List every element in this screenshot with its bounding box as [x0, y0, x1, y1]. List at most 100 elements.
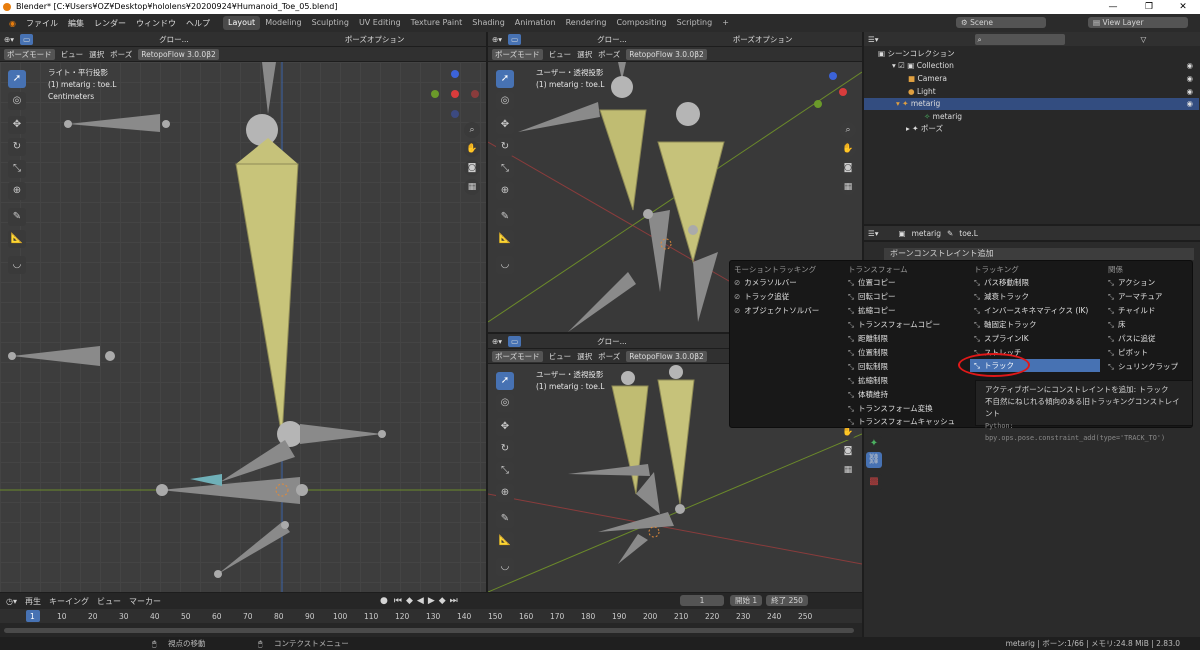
outliner-scene-collection[interactable]: ▣ シーンコレクション	[864, 48, 1199, 60]
close-button[interactable]: ✕	[1166, 0, 1200, 14]
menu-item-limit-rotation[interactable]: ⤡ 回転制限	[848, 360, 888, 373]
select-menu-br[interactable]: 選択	[577, 351, 592, 362]
view-layer-selector[interactable]: ▤ View Layer	[1088, 17, 1188, 28]
menu-item-pivot[interactable]: ⤡ ピボット	[1108, 346, 1148, 359]
retopoflow-button-br[interactable]: RetopoFlow 3.0.0β2	[626, 350, 707, 362]
jump-end-icon[interactable]: ⏭	[450, 596, 458, 606]
mode-selector[interactable]: ポーズモード	[4, 48, 55, 60]
annotate-tool-icon-tr[interactable]: ✎	[496, 208, 514, 226]
pose-menu[interactable]: ポーズ	[110, 49, 132, 60]
select-mode-icon-br[interactable]: ▭	[508, 335, 522, 347]
menu-item-child-of[interactable]: ⤡ チャイルド	[1108, 304, 1155, 317]
cursor-tool-icon-tr[interactable]: ◎	[496, 92, 514, 110]
current-frame-field[interactable]: 1	[680, 595, 724, 606]
workspace-tab-uv-editing[interactable]: UV Editing	[354, 16, 406, 30]
menu-item-object-solver[interactable]: ⊘ オブジェクトソルバー	[734, 304, 819, 317]
menu-item-copy-rotation[interactable]: ⤡ 回転コピー	[848, 290, 896, 303]
cursor-tool-icon[interactable]: ◎	[8, 92, 26, 110]
menu-edit[interactable]: 編集	[63, 18, 89, 29]
visibility-eye-icon[interactable]: ◉	[1186, 86, 1193, 98]
zoom-icon[interactable]: ⌕	[464, 122, 480, 138]
menu-item-limit-scale[interactable]: ⤡ 拡縮制限	[848, 374, 888, 387]
workspace-tab-texture-paint[interactable]: Texture Paint	[406, 16, 468, 30]
outliner-editor-icon[interactable]: ☰▾	[868, 35, 879, 44]
menu-item-copy-location[interactable]: ⤡ 位置コピー	[848, 276, 896, 289]
pose-options-dropdown-tr[interactable]: ポーズオプション	[733, 34, 793, 45]
menu-item-armature[interactable]: ⤡ アーマチュア	[1108, 290, 1162, 303]
annotate-tool-icon-br[interactable]: ✎	[496, 510, 514, 528]
select-mode-icon-tr[interactable]: ▭	[508, 33, 522, 45]
editor-type-icon-tr[interactable]: ⊕▾	[492, 35, 502, 44]
maximize-button[interactable]: ❐	[1132, 0, 1166, 14]
menu-item-action[interactable]: ⤡ アクション	[1108, 276, 1155, 289]
transform-orientation-br[interactable]: グロー...	[597, 336, 627, 347]
record-icon[interactable]: ●	[380, 596, 388, 606]
menu-help[interactable]: ヘルプ	[181, 18, 215, 29]
play-icon[interactable]: ▶	[428, 596, 435, 606]
outliner-pose[interactable]: ▸ ✦ ポーズ	[864, 123, 1199, 135]
outliner-collection[interactable]: ▾ ☑ ▣ Collection ◉	[864, 60, 1199, 72]
filter-icon[interactable]: ▽	[1141, 35, 1147, 44]
workspace-tab-scripting[interactable]: Scripting	[672, 16, 718, 30]
outliner-metarig[interactable]: ▾ ✦ metarig ◉	[864, 98, 1199, 110]
pan-hand-icon[interactable]: ✋	[464, 141, 480, 157]
view-menu-tr[interactable]: ビュー	[549, 49, 572, 60]
scene-selector[interactable]: ⚙ Scene	[956, 17, 1046, 28]
mode-selector-tr[interactable]: ポーズモード	[492, 48, 543, 60]
menu-item-limit-distance[interactable]: ⤡ 距離制限	[848, 332, 888, 345]
workspace-tab-modeling[interactable]: Modeling	[260, 16, 306, 30]
view-menu-br[interactable]: ビュー	[549, 351, 572, 362]
mode-selector-br[interactable]: ポーズモード	[492, 350, 543, 362]
retopoflow-button[interactable]: RetopoFlow 3.0.0β2	[138, 48, 219, 60]
transform-orientation-tr[interactable]: グロー...	[597, 34, 627, 45]
pose-options-dropdown[interactable]: ポーズオプション	[345, 34, 405, 45]
visibility-eye-icon[interactable]: ◉	[1186, 73, 1193, 85]
camera-view-icon-br[interactable]: ◙	[840, 443, 856, 459]
menu-item-inverse-kinematics[interactable]: ⤡ インバースキネマティクス (IK)	[974, 304, 1088, 317]
measure-tool-icon-br[interactable]: 📐	[496, 532, 514, 550]
select-tool-icon-br[interactable]: ➚	[496, 372, 514, 390]
transform-orientation[interactable]: グロー...	[159, 34, 189, 45]
menu-item-shrinkwrap[interactable]: ⤡ シュリンクラップ	[1108, 360, 1178, 373]
camera-view-icon[interactable]: ◙	[464, 160, 480, 176]
menu-item-copy-transforms[interactable]: ⤡ トランスフォームコピー	[848, 318, 940, 331]
menu-item-copy-scale[interactable]: ⤡ 拡縮コピー	[848, 304, 896, 317]
pan-hand-icon-tr[interactable]: ✋	[840, 141, 856, 157]
move-tool-icon[interactable]: ✥	[8, 116, 26, 134]
workspace-tab-compositing[interactable]: Compositing	[611, 16, 671, 30]
frame-end-field[interactable]: 終了 250	[766, 595, 808, 606]
camera-view-icon-tr[interactable]: ◙	[840, 160, 856, 176]
menu-item-follow-track[interactable]: ⊘ トラック追従	[734, 290, 789, 303]
smooth-tool-icon[interactable]: ◡	[8, 256, 26, 274]
left-3d-viewport[interactable]: ライト・平行投影 (1) metarig : toe.L Centimeters…	[0, 62, 486, 592]
menu-item-camera-solver[interactable]: ⊘ カメラソルバー	[734, 276, 797, 289]
pose-menu-tr[interactable]: ポーズ	[598, 49, 620, 60]
workspace-tab-rendering[interactable]: Rendering	[561, 16, 612, 30]
bone-properties-icon[interactable]: ✦	[866, 436, 882, 452]
outliner-camera[interactable]: ■ Camera ◉	[864, 73, 1199, 85]
move-tool-icon-br[interactable]: ✥	[496, 418, 514, 436]
keying-menu[interactable]: キーイング	[49, 596, 89, 607]
measure-tool-icon-tr[interactable]: 📐	[496, 230, 514, 248]
outliner-search-input[interactable]: ⌕	[974, 33, 1065, 45]
menu-item-spline-ik[interactable]: ⤡ スプラインIK	[974, 332, 1029, 345]
scale-tool-icon-br[interactable]: ⤡	[496, 462, 514, 480]
grid-toggle-icon-br[interactable]: ▦	[840, 462, 856, 478]
smooth-tool-icon-tr[interactable]: ◡	[496, 256, 514, 274]
add-bone-constraint-dropdown[interactable]: ボーンコンストレイント追加	[884, 248, 1194, 260]
menu-item-limit-location[interactable]: ⤡ 位置制限	[848, 346, 888, 359]
playback-menu[interactable]: 再生	[25, 596, 41, 607]
next-keyframe-icon[interactable]: ◆	[439, 596, 446, 606]
select-mode-icon[interactable]: ▭	[20, 33, 34, 45]
workspace-tab-animation[interactable]: Animation	[510, 16, 561, 30]
add-workspace-button[interactable]: +	[717, 16, 734, 30]
visibility-eye-icon[interactable]: ◉	[1186, 60, 1193, 72]
marker-menu[interactable]: マーカー	[129, 596, 161, 607]
rotate-tool-icon-tr[interactable]: ↻	[496, 138, 514, 156]
editor-type-icon-br[interactable]: ⊕▾	[492, 337, 502, 346]
blender-menu-icon[interactable]: ◉	[4, 19, 21, 28]
rotate-tool-icon-br[interactable]: ↻	[496, 440, 514, 458]
timeline-editor-icon[interactable]: ◷▾	[6, 597, 17, 606]
menu-file[interactable]: ファイル	[21, 18, 63, 29]
cursor-tool-icon-br[interactable]: ◎	[496, 394, 514, 412]
